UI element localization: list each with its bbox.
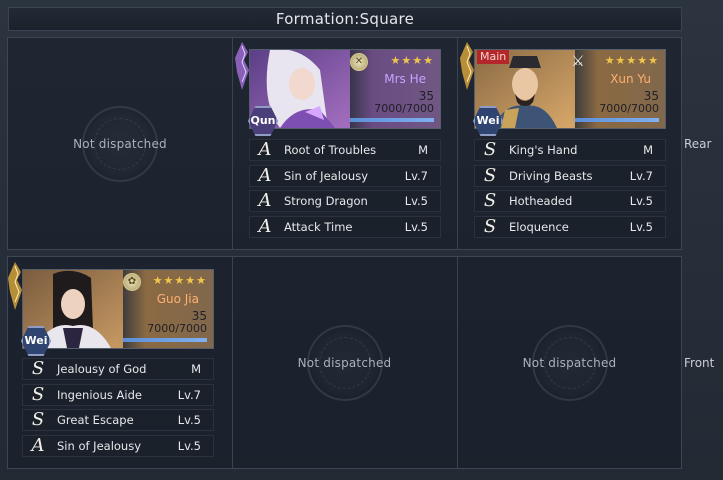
skill-row[interactable]: S Driving Beasts Lv.7: [474, 164, 666, 187]
skill-level: Lv.7: [404, 168, 428, 183]
formation-title: Formation:Square: [8, 7, 682, 31]
star-rating: ★★★★★: [152, 274, 207, 287]
rear-row-label: Rear: [684, 137, 712, 151]
general-card[interactable]: ✕ ★★★★ Mrs He 35 7000/7000 Qun: [235, 42, 441, 136]
skill-level: M: [191, 362, 201, 376]
skill-row[interactable]: S Jealousy of God M: [22, 358, 214, 380]
banner-flag-icon: [235, 42, 249, 90]
skill-row[interactable]: A Sin of Jealousy Lv.7: [249, 164, 441, 187]
tactic-badge-icon: ✕: [350, 53, 368, 71]
tactic-badge-icon: ✿: [123, 273, 141, 291]
skill-level: Lv.7: [629, 168, 653, 183]
skill-level: Lv.5: [629, 219, 653, 234]
skill-grade: A: [258, 215, 272, 237]
general-slot-mrs-he[interactable]: ✕ ★★★★ Mrs He 35 7000/7000 Qun A Root of …: [232, 38, 456, 249]
skill-row[interactable]: A Attack Time Lv.5: [249, 215, 441, 238]
general-slot-xun-yu[interactable]: Main ⚔ ★★★★★ Xun Yu 35 7000/7000 Wei S Ki…: [457, 38, 681, 249]
skill-row[interactable]: S Ingenious Aide Lv.7: [22, 383, 214, 406]
skill-row[interactable]: A Sin of Jealousy Lv.5: [22, 434, 214, 457]
general-name: Xun Yu: [610, 72, 651, 86]
skill-name: Great Escape: [57, 413, 134, 427]
star-rating: ★★★★: [390, 54, 434, 67]
skill-name: Hotheaded: [509, 194, 573, 208]
empty-slot-front-2[interactable]: Not dispatched: [232, 257, 456, 468]
skill-grade: S: [31, 409, 45, 430]
skill-list: S King's Hand M S Driving Beasts Lv.7 S Hothe…: [474, 139, 666, 241]
skill-row[interactable]: A Strong Dragon Lv.5: [249, 190, 441, 212]
skill-name: Root of Troubles: [284, 143, 377, 157]
skill-level: Lv.5: [177, 413, 201, 427]
skill-grade: A: [258, 139, 272, 160]
front-row-label: Front: [684, 356, 715, 370]
skill-level: Lv.5: [404, 194, 428, 208]
skill-name: Ingenious Aide: [57, 387, 142, 402]
skill-list: A Root of Troubles M A Sin of Jealousy Lv.7 …: [249, 139, 441, 241]
general-card[interactable]: Main ⚔ ★★★★★ Xun Yu 35 7000/7000 Wei: [460, 42, 666, 136]
skill-grade: S: [483, 164, 497, 186]
troop-count: 7000/7000: [599, 102, 659, 115]
skill-row[interactable]: S King's Hand M: [474, 139, 666, 161]
general-name: Guo Jia: [156, 292, 199, 306]
main-tag: Main: [477, 50, 510, 64]
banner-flag-icon: [8, 262, 22, 310]
skill-grade: S: [31, 383, 45, 405]
not-dispatched-label: Not dispatched: [297, 355, 392, 370]
skill-name: Eloquence: [509, 219, 569, 234]
skill-level: Lv.5: [629, 194, 653, 208]
skill-name: King's Hand: [509, 143, 578, 157]
not-dispatched-label: Not dispatched: [73, 136, 167, 151]
sword-icon: ⚔: [571, 52, 585, 70]
skill-name: Strong Dragon: [284, 194, 368, 208]
skill-grade: A: [258, 190, 272, 211]
skill-name: Jealousy of God: [57, 362, 147, 376]
troop-bar: [575, 118, 659, 122]
skill-name: Attack Time: [284, 219, 353, 234]
skill-row[interactable]: S Great Escape Lv.5: [22, 409, 214, 431]
troop-count: 7000/7000: [374, 102, 434, 115]
banner-flag-icon: [460, 42, 474, 90]
general-level: 35: [643, 89, 659, 103]
skill-grade: S: [483, 139, 497, 160]
skill-grade: A: [31, 434, 45, 456]
skill-grade: A: [258, 164, 272, 186]
front-row: ✿ ★★★★★ Guo Jia 35 7000/7000 Wei S Jealou…: [7, 256, 682, 469]
skill-name: Sin of Jealousy: [57, 438, 142, 453]
star-rating: ★★★★★: [604, 54, 659, 67]
general-level: 35: [191, 309, 207, 323]
skill-level: Lv.5: [177, 438, 201, 453]
empty-slot-rear-1[interactable]: Not dispatched: [8, 38, 232, 249]
skill-level: Lv.5: [404, 219, 428, 234]
rear-row: Not dispatched ✕ ★★★★ Mrs He 35 7000/700…: [7, 37, 682, 250]
general-slot-guo-jia[interactable]: ✿ ★★★★★ Guo Jia 35 7000/7000 Wei S Jealou…: [8, 257, 232, 468]
empty-slot-front-3[interactable]: Not dispatched: [457, 257, 681, 468]
skill-grade: S: [31, 358, 45, 379]
skill-list: S Jealousy of God M S Ingenious Aide Lv.7 SG…: [22, 358, 214, 460]
skill-level: M: [643, 143, 653, 157]
skill-row[interactable]: S Eloquence Lv.5: [474, 215, 666, 238]
troop-count: 7000/7000: [147, 322, 207, 335]
not-dispatched-label: Not dispatched: [522, 355, 617, 370]
skill-level: M: [418, 143, 428, 157]
troop-bar: [350, 118, 434, 122]
skill-name: Sin of Jealousy: [284, 168, 369, 183]
skill-grade: S: [483, 190, 497, 211]
skill-row[interactable]: S Hotheaded Lv.5: [474, 190, 666, 212]
troop-bar: [123, 338, 207, 342]
skill-name: Driving Beasts: [509, 168, 593, 183]
skill-row[interactable]: A Root of Troubles M: [249, 139, 441, 161]
general-card[interactable]: ✿ ★★★★★ Guo Jia 35 7000/7000 Wei: [8, 262, 214, 356]
general-name: Mrs He: [384, 72, 426, 86]
general-level: 35: [418, 89, 434, 103]
skill-level: Lv.7: [177, 387, 201, 402]
skill-grade: S: [483, 215, 497, 237]
